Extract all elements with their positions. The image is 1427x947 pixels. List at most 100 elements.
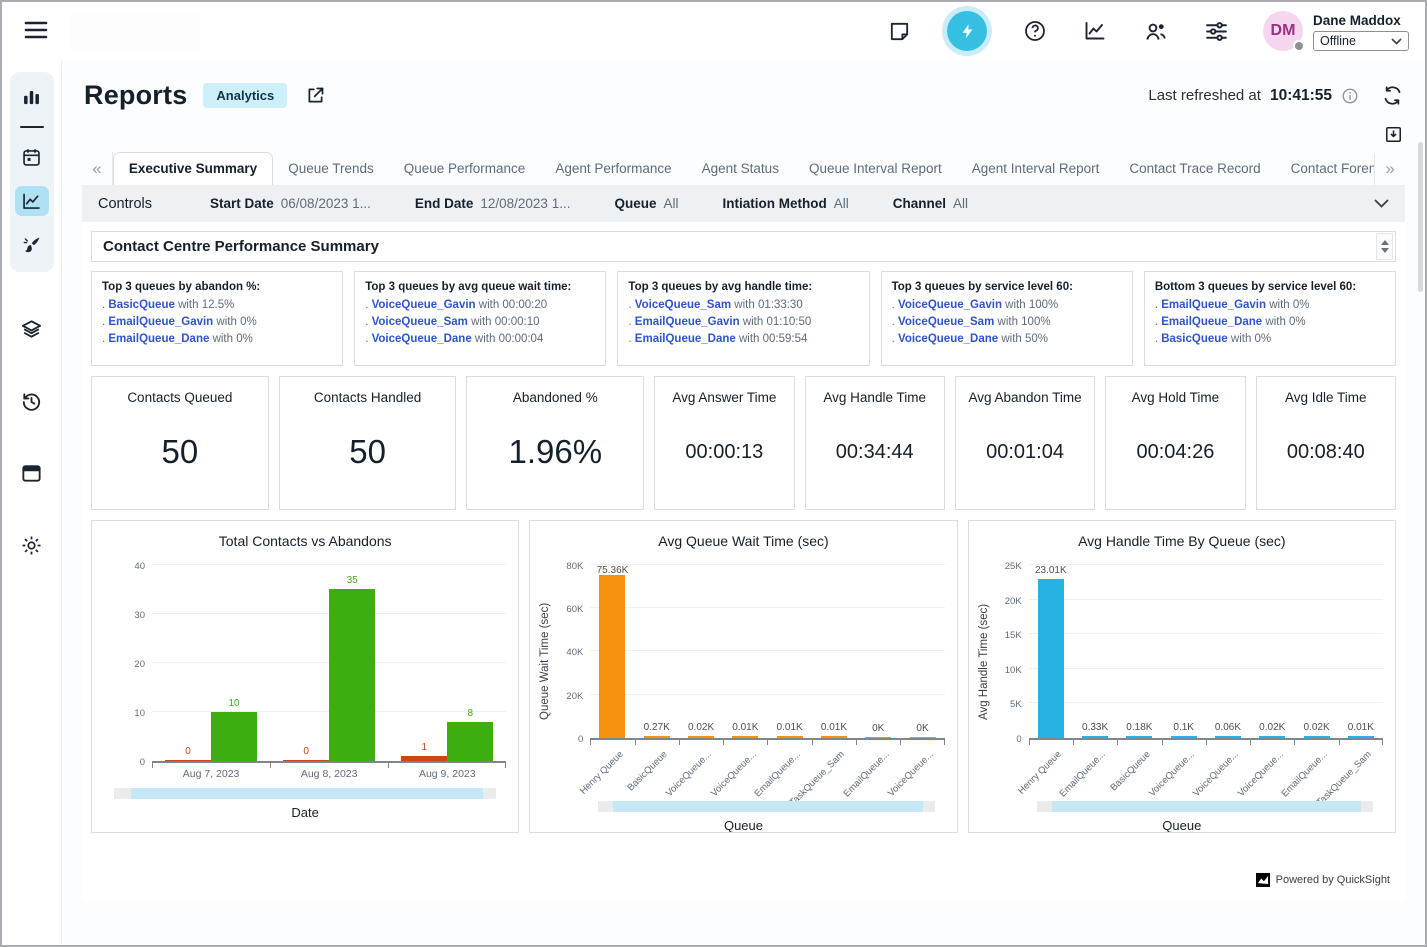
tabs-scroll-right-icon[interactable]: » bbox=[1374, 153, 1405, 185]
boost-icon[interactable] bbox=[947, 11, 987, 51]
queue-link[interactable]: VoiceQueue_Dane bbox=[898, 333, 998, 345]
queue-link[interactable]: VoiceQueue_Gavin bbox=[898, 299, 1002, 311]
download-icon[interactable] bbox=[1384, 125, 1403, 144]
control-field-intiation-method[interactable]: Intiation MethodAll bbox=[722, 196, 848, 211]
chart-bar[interactable] bbox=[1215, 736, 1241, 738]
insight-item: . BasicQueue with 12.5% bbox=[102, 299, 332, 311]
vertical-scrollbar[interactable] bbox=[1418, 142, 1423, 292]
insight-with-text: with bbox=[1228, 333, 1255, 345]
sidebar-item-design[interactable] bbox=[15, 230, 49, 260]
insight-value: 0% bbox=[1255, 333, 1272, 345]
chart-bar[interactable] bbox=[732, 736, 758, 738]
bar-value-label: 0.1K bbox=[1173, 722, 1194, 733]
spinner-down-icon[interactable] bbox=[1381, 248, 1389, 253]
sidebar-item-workspace[interactable] bbox=[15, 458, 49, 488]
tab-queue-trends[interactable]: Queue Trends bbox=[273, 153, 389, 185]
queue-link[interactable]: VoiceQueue_Sam bbox=[898, 316, 994, 328]
control-field-start-date[interactable]: Start Date06/08/2023 1... bbox=[210, 196, 371, 211]
insight-item: . BasicQueue with 0% bbox=[1155, 333, 1385, 345]
insight-value: 0% bbox=[240, 316, 257, 328]
chart-bar[interactable] bbox=[1348, 736, 1374, 738]
tab-contact-trace-record[interactable]: Contact Trace Record bbox=[1114, 153, 1275, 185]
queue-link[interactable]: BasicQueue bbox=[1161, 333, 1227, 345]
chart-h-scrollbar-thumb[interactable] bbox=[1052, 801, 1361, 812]
analytics-chart-icon[interactable] bbox=[1083, 19, 1107, 43]
chart-bar[interactable] bbox=[1304, 736, 1330, 738]
insight-value: 00:00:04 bbox=[499, 333, 544, 345]
kpi-card-avg-answer-time: Avg Answer Time00:00:13 bbox=[654, 376, 794, 510]
avatar[interactable]: DM bbox=[1263, 11, 1303, 51]
chart-bar[interactable] bbox=[821, 736, 847, 738]
queue-link[interactable]: EmailQueue_Gavin bbox=[635, 316, 740, 328]
bar-value-label: 0K bbox=[916, 723, 928, 734]
sidebar-item-dashboards[interactable] bbox=[15, 82, 49, 112]
queue-link[interactable]: EmailQueue_Dane bbox=[108, 333, 209, 345]
info-icon[interactable] bbox=[1341, 87, 1359, 105]
chart-bar[interactable] bbox=[1038, 579, 1064, 738]
tab-agent-interval-report[interactable]: Agent Interval Report bbox=[957, 153, 1115, 185]
queue-link[interactable]: VoiceQueue_Sam bbox=[635, 299, 731, 311]
chart-bar[interactable] bbox=[447, 722, 493, 761]
chart-bar[interactable] bbox=[165, 760, 211, 761]
queue-link[interactable]: VoiceQueue_Dane bbox=[372, 333, 472, 345]
team-icon[interactable] bbox=[1143, 20, 1168, 43]
queue-link[interactable]: VoiceQueue_Sam bbox=[372, 316, 468, 328]
kpi-value: 00:01:04 bbox=[986, 405, 1064, 509]
chart-bar[interactable] bbox=[910, 737, 936, 738]
tab-queue-performance[interactable]: Queue Performance bbox=[389, 153, 541, 185]
preferences-sliders-icon[interactable] bbox=[1204, 20, 1229, 43]
chart-bar[interactable] bbox=[1082, 736, 1108, 738]
chart-bar[interactable] bbox=[283, 760, 329, 761]
chart-bar[interactable] bbox=[1171, 736, 1197, 738]
notes-icon[interactable] bbox=[888, 20, 911, 43]
chart-bar[interactable] bbox=[401, 756, 447, 761]
queue-link[interactable]: EmailQueue_Gavin bbox=[1161, 299, 1266, 311]
chart-h-scrollbar-thumb[interactable] bbox=[131, 788, 483, 799]
chart-avg-queue-wait-time-sec: Avg Queue Wait Time (sec)Queue Wait Time… bbox=[529, 520, 957, 833]
tabs-scroll-left-icon[interactable]: « bbox=[82, 153, 113, 185]
controls-collapse-chevron-icon[interactable] bbox=[1374, 196, 1389, 211]
kpi-label: Avg Handle Time bbox=[823, 390, 926, 405]
sidebar-item-layers[interactable] bbox=[15, 314, 49, 344]
chart-y-axis-title: Avg Handle Time (sec) bbox=[975, 555, 993, 798]
chart-bar[interactable] bbox=[329, 589, 375, 761]
open-in-new-icon[interactable] bbox=[305, 85, 326, 106]
chart-bar[interactable] bbox=[599, 575, 625, 738]
control-field-queue[interactable]: QueueAll bbox=[614, 196, 678, 211]
insight-item: . EmailQueue_Dane with 0% bbox=[1155, 316, 1385, 328]
chart-bar[interactable] bbox=[1126, 736, 1152, 738]
chart-h-scrollbar-thumb[interactable] bbox=[613, 801, 922, 812]
status-select[interactable]: Offline bbox=[1313, 31, 1409, 51]
tab-agent-performance[interactable]: Agent Performance bbox=[540, 153, 686, 185]
chart-bar[interactable] bbox=[688, 736, 714, 738]
controls-bar: Controls Start Date06/08/2023 1...End Da… bbox=[82, 185, 1405, 222]
queue-link[interactable]: EmailQueue_Dane bbox=[635, 333, 736, 345]
sidebar-item-history[interactable] bbox=[15, 386, 49, 416]
queue-link[interactable]: BasicQueue bbox=[108, 299, 174, 311]
help-icon[interactable] bbox=[1023, 19, 1047, 43]
summary-spinner[interactable] bbox=[1376, 233, 1393, 260]
sidebar-item-reports[interactable] bbox=[15, 186, 49, 216]
sidebar-item-schedule[interactable] bbox=[15, 142, 49, 172]
chart-bar[interactable] bbox=[865, 737, 891, 738]
tab-queue-interval-report[interactable]: Queue Interval Report bbox=[794, 153, 957, 185]
chart-y-ticks: 020K40K60K80K bbox=[554, 555, 590, 740]
spinner-up-icon[interactable] bbox=[1381, 240, 1389, 245]
chart-bar[interactable] bbox=[211, 712, 257, 761]
queue-link[interactable]: EmailQueue_Gavin bbox=[108, 316, 213, 328]
control-field-end-date[interactable]: End Date12/08/2023 1... bbox=[415, 196, 571, 211]
tab-agent-status[interactable]: Agent Status bbox=[687, 153, 794, 185]
queue-link[interactable]: VoiceQueue_Gavin bbox=[372, 299, 476, 311]
chart-bar[interactable] bbox=[1259, 736, 1285, 738]
sidebar-item-settings[interactable] bbox=[15, 530, 49, 560]
chart-bar[interactable] bbox=[644, 736, 670, 738]
kpi-value: 00:00:13 bbox=[685, 405, 763, 509]
refresh-icon[interactable] bbox=[1382, 85, 1403, 106]
menu-icon[interactable] bbox=[20, 16, 52, 47]
queue-link[interactable]: EmailQueue_Dane bbox=[1161, 316, 1262, 328]
control-field-channel[interactable]: ChannelAll bbox=[893, 196, 968, 211]
chart-bar[interactable] bbox=[777, 736, 803, 738]
tab-contact-forensics[interactable]: Contact Forensics bbox=[1276, 153, 1374, 185]
tab-executive-summary[interactable]: Executive Summary bbox=[113, 152, 273, 185]
page-header: Reports Analytics Last refreshed at 10:4… bbox=[63, 60, 1425, 115]
